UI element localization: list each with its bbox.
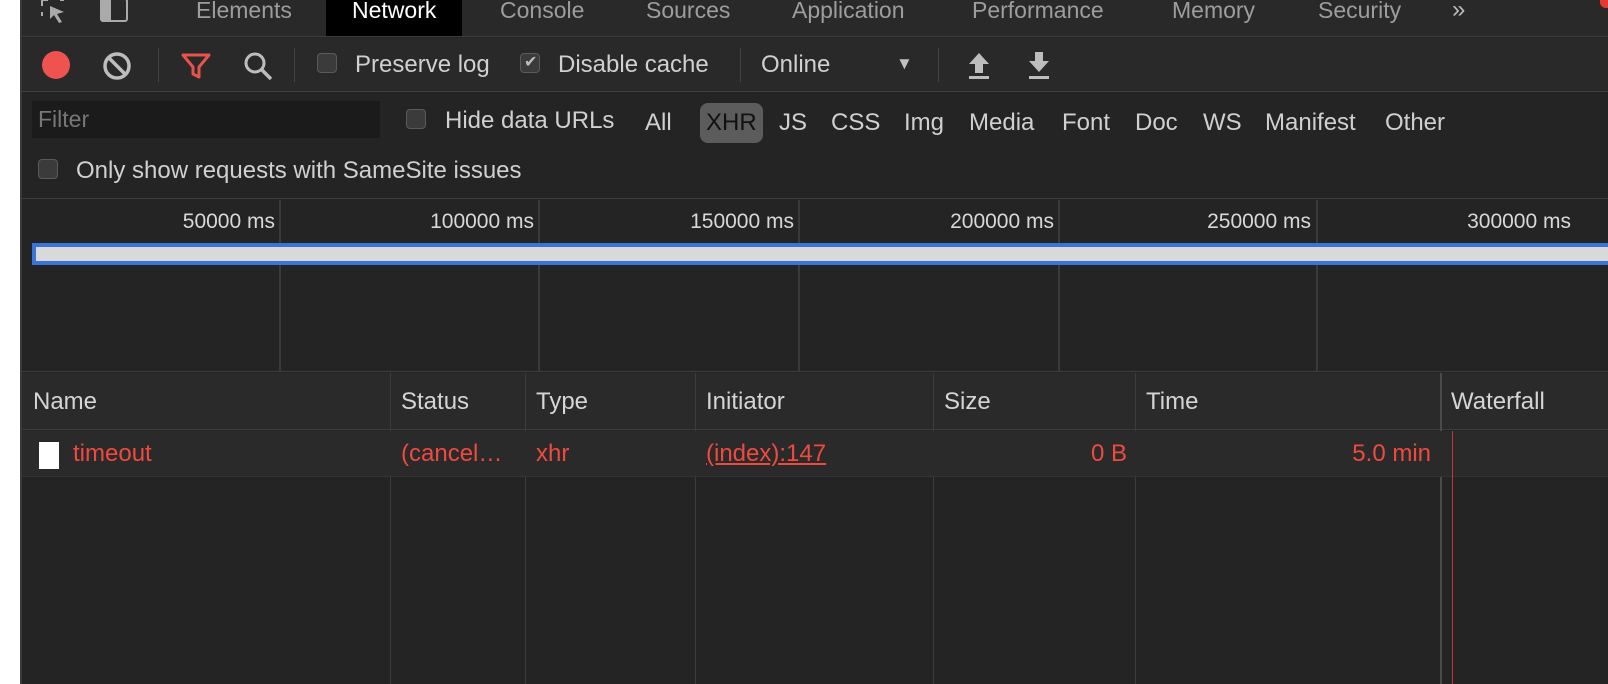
chevron-down-icon[interactable]: ▼ [896, 54, 913, 74]
request-size: 0 B [1090, 440, 1127, 467]
request-type: xhr [536, 440, 570, 467]
column-header-type[interactable]: Type [525, 373, 588, 430]
inspected-page-edge [0, 0, 22, 684]
network-toolbar: Preserve log Disable cache Online ▼ [22, 38, 1608, 92]
more-tabs-button[interactable]: » [1452, 0, 1465, 26]
overview-tick-label: 250000 ms [1207, 210, 1311, 233]
request-initiator: (index):147 [706, 431, 926, 477]
timeline-overview[interactable]: 50000 ms 100000 ms 150000 ms 200000 ms 2… [22, 200, 1608, 372]
type-filter-img[interactable]: Img [898, 103, 950, 143]
hide-data-urls-label[interactable]: Hide data URLs [445, 107, 614, 135]
filter-icon[interactable] [180, 50, 212, 82]
record-icon[interactable] [42, 51, 70, 79]
tab-network[interactable]: Network [326, 0, 463, 36]
request-time: 5.0 min [1352, 440, 1431, 467]
table-header: Name Status Type Initiator Size Time Wat… [22, 373, 1608, 430]
import-icon[interactable] [963, 49, 995, 81]
samesite-label[interactable]: Only show requests with SameSite issues [76, 157, 522, 185]
table-row[interactable]: timeout (cancel… xhr (index):147 0 B 5.0… [22, 431, 1608, 477]
request-name: timeout [73, 440, 152, 467]
filter-bar: Hide data URLs All XHR JS CSS Img Media … [22, 93, 1608, 199]
tab-sources[interactable]: Sources [620, 0, 756, 36]
devtools-tab-bar: Elements Network Console Sources Applica… [22, 0, 1608, 37]
document-icon [39, 442, 59, 469]
column-header-time[interactable]: Time [1135, 373, 1198, 430]
initiator-link[interactable]: (index):147 [706, 440, 826, 467]
clear-icon[interactable] [101, 50, 133, 82]
overview-tick-label: 200000 ms [950, 210, 1054, 233]
type-filter-css[interactable]: CSS [825, 103, 886, 143]
type-filter-manifest[interactable]: Manifest [1259, 103, 1362, 143]
disable-cache-label[interactable]: Disable cache [558, 51, 709, 79]
request-status: (cancel… [401, 440, 503, 467]
devtools-panel: Elements Network Console Sources Applica… [22, 0, 1608, 684]
requests-table: Name Status Type Initiator Size Time Wat… [22, 373, 1608, 684]
column-header-waterfall[interactable]: Waterfall [1440, 373, 1545, 430]
device-toolbar-icon[interactable] [98, 0, 130, 26]
tab-memory[interactable]: Memory [1146, 0, 1281, 36]
column-header-status[interactable]: Status [390, 373, 469, 430]
overview-tick-label: 150000 ms [690, 210, 794, 233]
overview-tick-label: 50000 ms [182, 210, 275, 233]
overview-request-bar [32, 243, 1608, 265]
tab-performance[interactable]: Performance [946, 0, 1130, 36]
samesite-checkbox[interactable] [38, 159, 58, 179]
preserve-log-label[interactable]: Preserve log [355, 51, 490, 79]
error-indicator-icon [1600, 0, 1608, 8]
filter-input[interactable] [32, 101, 380, 138]
type-filter-doc[interactable]: Doc [1129, 103, 1184, 143]
preserve-log-checkbox[interactable] [317, 53, 337, 73]
disable-cache-checkbox[interactable] [520, 52, 540, 73]
type-filter-xhr[interactable]: XHR [700, 103, 763, 143]
column-header-initiator[interactable]: Initiator [695, 373, 785, 430]
type-filter-media[interactable]: Media [963, 103, 1040, 143]
tab-application[interactable]: Application [766, 0, 931, 36]
hide-data-urls-checkbox[interactable] [406, 109, 426, 129]
column-header-size[interactable]: Size [933, 373, 991, 430]
type-filter-other[interactable]: Other [1379, 103, 1451, 143]
search-icon[interactable] [242, 50, 274, 82]
throttling-select[interactable]: Online [761, 51, 830, 79]
overview-tick-label: 300000 ms [1467, 210, 1571, 233]
waterfall-marker [1452, 431, 1453, 684]
inspect-element-icon[interactable] [38, 0, 70, 26]
type-filter-ws[interactable]: WS [1197, 103, 1248, 143]
column-header-name[interactable]: Name [22, 373, 97, 430]
type-filter-font[interactable]: Font [1056, 103, 1116, 143]
export-icon[interactable] [1023, 49, 1055, 81]
tab-console[interactable]: Console [474, 0, 610, 36]
overview-tick-label: 100000 ms [430, 210, 534, 233]
tab-security[interactable]: Security [1292, 0, 1427, 36]
tab-elements[interactable]: Elements [170, 0, 318, 36]
type-filter-js[interactable]: JS [773, 103, 813, 143]
type-filter-all[interactable]: All [639, 103, 678, 143]
